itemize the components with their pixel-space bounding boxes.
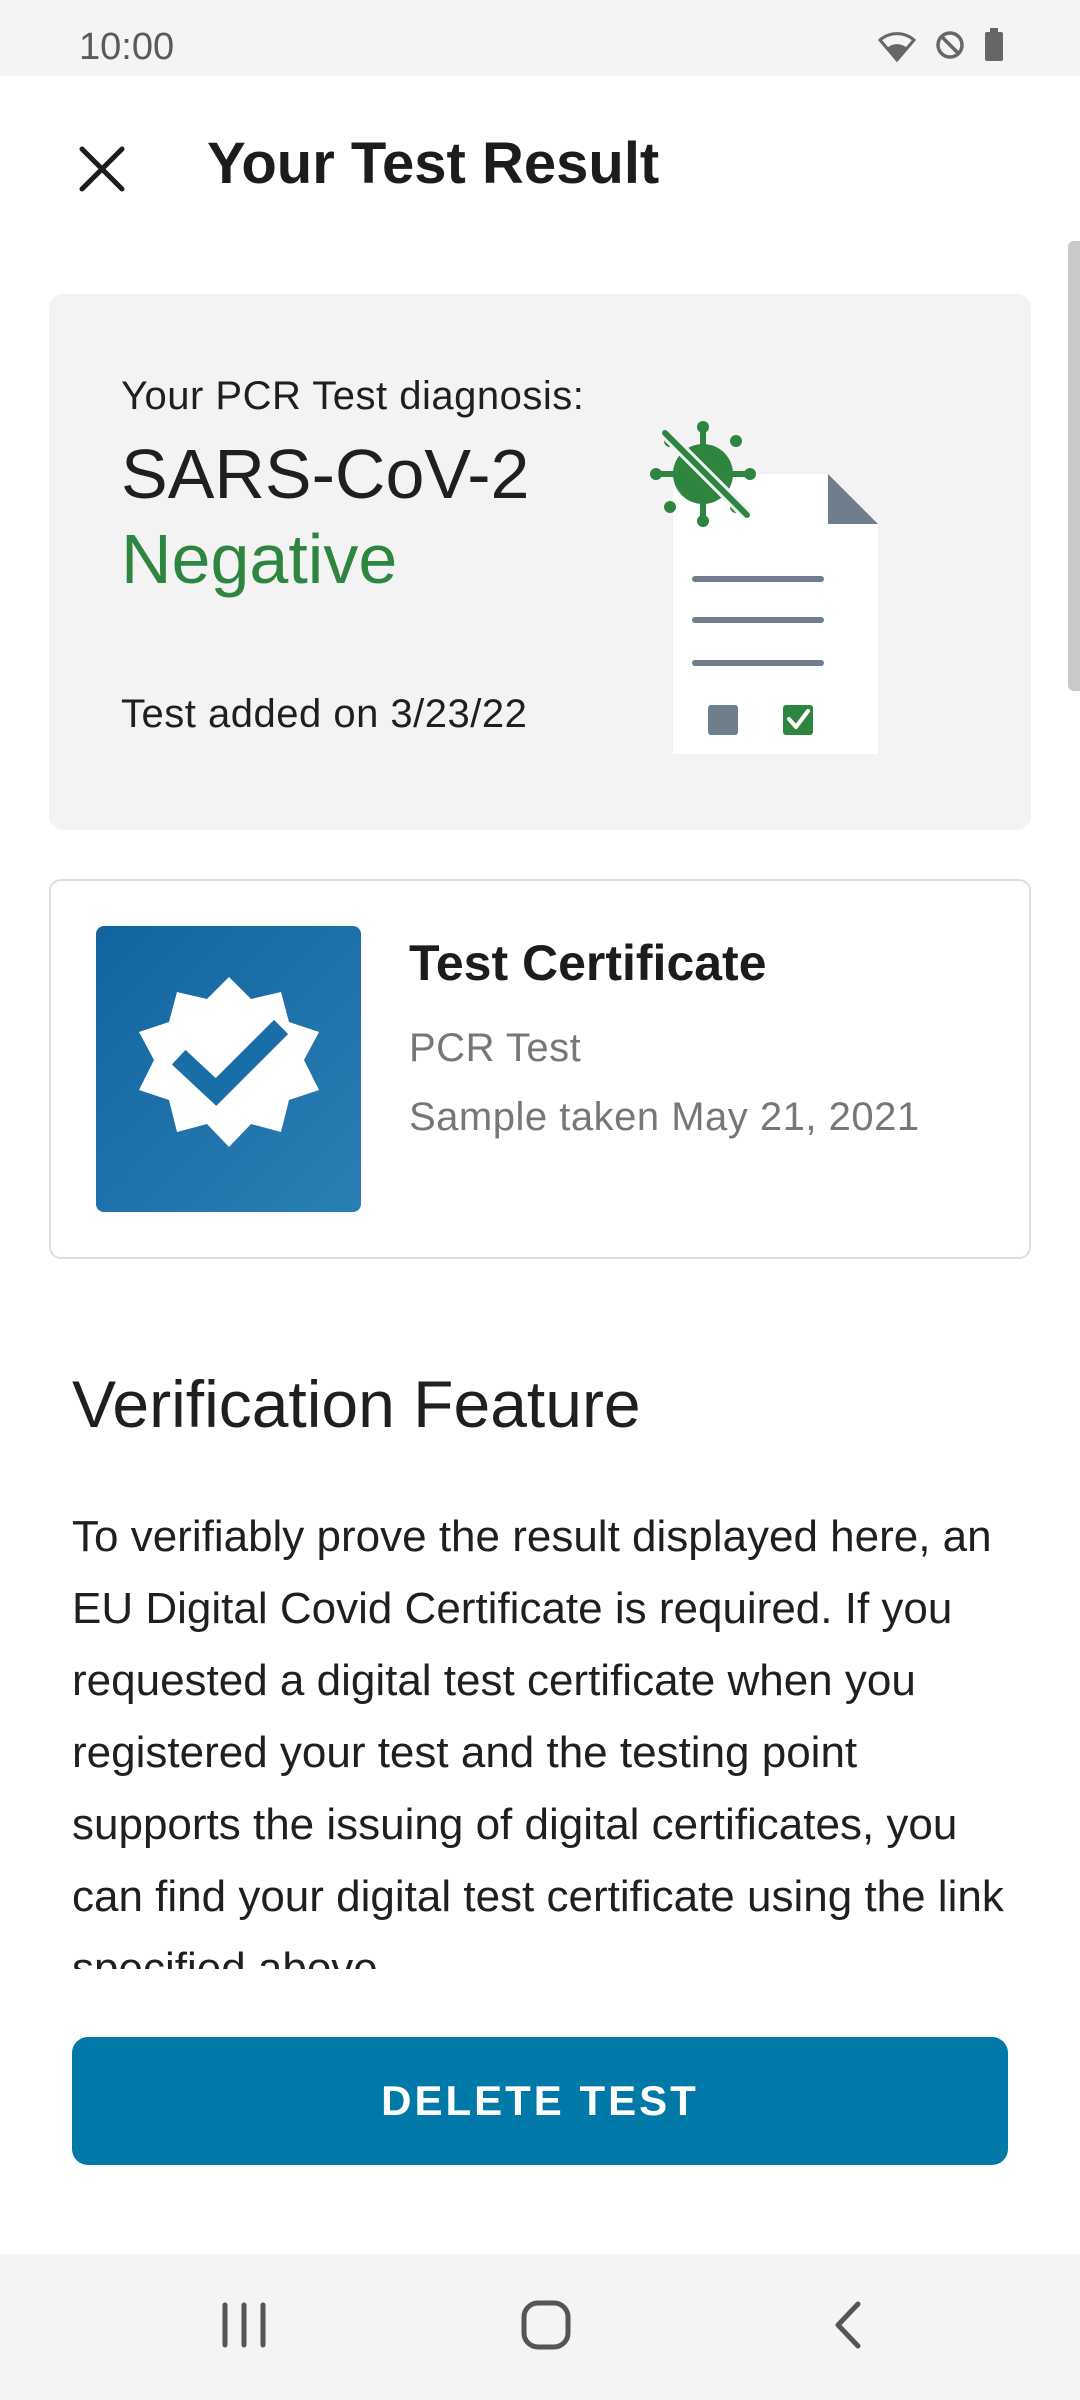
certificate-icon-box — [96, 926, 361, 1212]
certificate-title: Test Certificate — [409, 935, 767, 991]
certificate-sample-date: Sample taken May 21, 2021 — [409, 1095, 920, 1139]
result-status: Negative — [121, 520, 398, 598]
status-icons — [877, 28, 1004, 67]
do-not-disturb-icon — [934, 29, 966, 66]
verification-title: Verification Feature — [72, 1367, 641, 1441]
negative-test-document-icon — [643, 419, 943, 759]
test-result-card: Your PCR Test diagnosis: SARS-CoV-2 Nega… — [49, 294, 1031, 830]
home-icon — [520, 2299, 572, 2356]
diagnosis-label: Your PCR Test diagnosis: — [121, 374, 585, 418]
certificate-test-type: PCR Test — [409, 1026, 582, 1070]
status-bar: 10:00 — [0, 0, 1080, 76]
app-screen: Your Test Result Your PCR Test diagnosis… — [0, 76, 1080, 2254]
home-button[interactable] — [496, 2282, 596, 2372]
test-certificate-card[interactable]: Test Certificate PCR Test Sample taken M… — [49, 879, 1031, 1259]
status-time: 10:00 — [79, 26, 175, 68]
scrollbar-thumb[interactable] — [1068, 241, 1080, 691]
system-navigation-bar — [0, 2254, 1080, 2400]
close-button[interactable] — [62, 131, 142, 211]
pathogen-name: SARS-CoV-2 — [121, 435, 530, 513]
page-title: Your Test Result — [207, 131, 660, 196]
test-added-date: Test added on 3/23/22 — [121, 692, 528, 736]
certificate-badge-check-icon — [134, 972, 324, 1167]
close-icon — [78, 145, 126, 198]
back-button[interactable] — [798, 2282, 898, 2372]
recents-button[interactable] — [194, 2282, 294, 2372]
recents-icon — [219, 2302, 269, 2353]
back-icon — [830, 2300, 866, 2355]
delete-test-button[interactable]: DELETE TEST — [72, 2037, 1008, 2165]
battery-icon — [984, 28, 1004, 67]
wifi-icon — [877, 28, 917, 67]
verification-body: To verifiably prove the result displayed… — [72, 1512, 1004, 1969]
